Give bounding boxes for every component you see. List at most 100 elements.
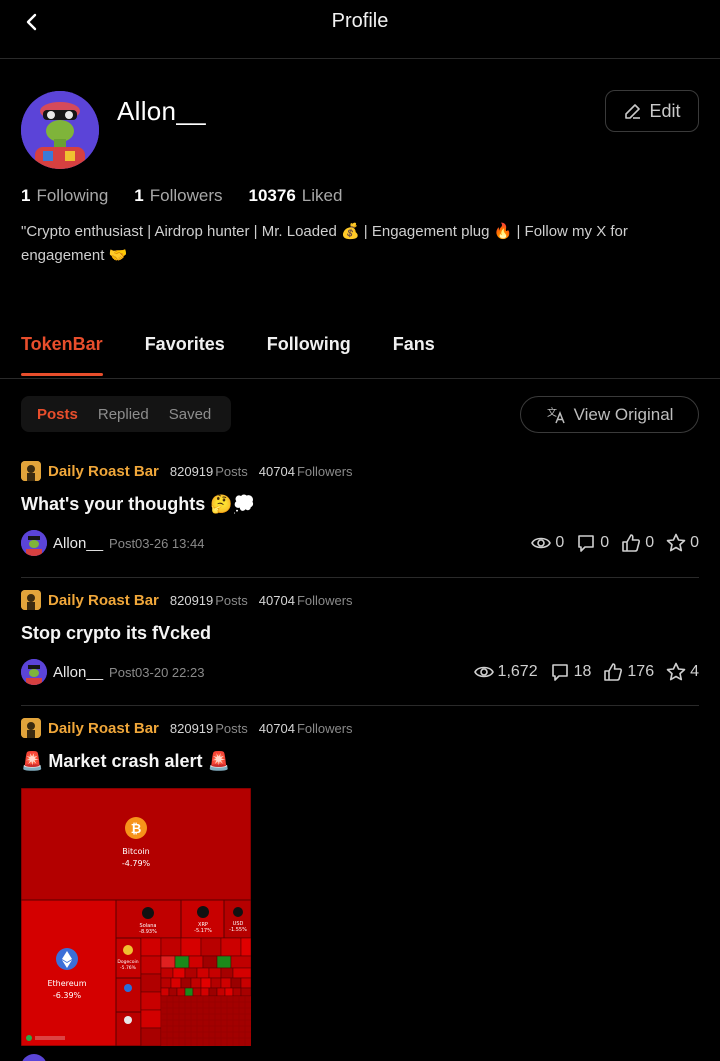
followers-count: 1 [134, 186, 144, 205]
likes-count: 176 [627, 663, 655, 680]
heatmap-solana-change: -8.93% [139, 929, 157, 935]
comment-icon [551, 664, 568, 681]
tab-tokenbar[interactable]: TokenBar [21, 334, 103, 376]
tab-fans[interactable]: Fans [393, 334, 435, 376]
heatmap-xrp-change: -5.17% [194, 928, 212, 934]
comments-metric[interactable]: 0 [576, 533, 609, 553]
views-metric: 1,672 [473, 662, 538, 682]
views-metric: 0 [531, 533, 564, 553]
source-icon [21, 718, 41, 738]
thumbs-up-icon [604, 663, 623, 681]
source-posts-label: Posts [215, 592, 248, 608]
post-time: Post03-26 13:44 [109, 535, 205, 551]
tab-following[interactable]: Following [267, 334, 351, 376]
source-followers-label: Followers [296, 592, 353, 608]
followers-label: Followers [149, 186, 223, 205]
post-time: Post03-20 22:23 [109, 664, 205, 680]
comments-count: 0 [600, 534, 610, 551]
likes-metric[interactable]: 176 [603, 662, 654, 682]
likes-metric[interactable]: 0 [621, 533, 654, 553]
post-divider [21, 705, 699, 706]
heatmap-bitcoin-change: -4.79% [122, 859, 151, 868]
post-card[interactable]: Daily Roast Bar 820919 Posts 40704 Follo… [21, 589, 699, 685]
post-source[interactable]: Daily Roast Bar 820919 Posts 40704 Follo… [21, 717, 699, 739]
heatmap-ethereum-name: Ethereum [47, 979, 86, 988]
source-posts-count: 820919 [169, 592, 214, 608]
source-followers-count: 40704 [258, 720, 295, 736]
comments-metric[interactable]: 18 [550, 662, 592, 682]
post-divider [21, 577, 699, 578]
subtab-switcher: Posts Replied Saved [21, 396, 231, 432]
post-card[interactable]: Daily Roast Bar 820919 Posts 40704 Follo… [21, 717, 699, 775]
liked-count: 10376 [248, 186, 296, 205]
star-icon [666, 662, 686, 681]
likes-count: 0 [645, 534, 655, 551]
edit-profile-button[interactable]: Edit [605, 90, 699, 132]
source-icon [21, 590, 41, 610]
subtab-posts[interactable]: Posts [27, 406, 88, 423]
edit-icon [625, 104, 641, 119]
profile-tabs: TokenBar Favorites Following Fans [21, 334, 435, 376]
author-avatar [21, 1054, 47, 1061]
subtab-replied[interactable]: Replied [88, 406, 159, 423]
source-followers-count: 40704 [258, 463, 295, 479]
username: Allon__ [117, 96, 206, 126]
liked-label: Liked [301, 186, 343, 205]
stars-count: 0 [690, 534, 699, 551]
post-metrics: 0 0 0 0 [531, 530, 699, 556]
heatmap-doge-name: Dogecoin [117, 959, 138, 965]
post-title: What's your thoughts 🤔💭 [21, 494, 256, 514]
views-count: 0 [555, 534, 565, 551]
heatmap-usd-change: -1.55% [229, 927, 247, 933]
source-posts-label: Posts [215, 720, 248, 736]
profile-page: Profile Allon__ Edit 1 Following 1 Followe… [0, 0, 720, 1061]
source-icon [21, 461, 41, 481]
post-card[interactable]: Daily Roast Bar 820919 Posts 40704 Follo… [21, 460, 699, 556]
author-avatar [21, 659, 47, 685]
stars-count: 4 [690, 663, 699, 680]
heatmap-bitcoin-name: Bitcoin [122, 847, 149, 856]
post-title: 🚨 Market crash alert 🚨 [21, 751, 230, 771]
post-title: Stop crypto its fVcked [21, 623, 212, 643]
subtab-saved[interactable]: Saved [159, 406, 222, 423]
source-followers-label: Followers [296, 720, 353, 736]
edit-label: Edit [649, 100, 681, 121]
stars-metric[interactable]: 4 [666, 662, 699, 682]
avatar-image [21, 91, 99, 169]
crypto-heatmap-image: ₿ Bitcoin -4.79% Ethereum -6.39% Solana … [21, 788, 251, 1046]
post-metrics: 1,672 18 176 4 [473, 659, 699, 685]
tabs-divider [0, 378, 720, 379]
avatar[interactable] [21, 91, 99, 169]
profile-bio: "Crypto enthusiast | Airdrop hunter | Mr… [21, 223, 628, 264]
source-posts-label: Posts [215, 463, 248, 479]
author-name: Allon__ [53, 663, 104, 681]
thumbs-up-icon [622, 534, 641, 552]
author-avatar [21, 530, 47, 556]
source-name: Daily Roast Bar [48, 591, 159, 609]
star-icon [666, 533, 686, 552]
view-original-label: View Original [573, 404, 674, 424]
post-image[interactable]: ₿ Bitcoin -4.79% Ethereum -6.39% Solana … [21, 788, 251, 1046]
translate-icon: 文 [547, 406, 565, 423]
eye-icon [531, 537, 552, 549]
comments-count: 18 [573, 663, 592, 680]
comment-icon [578, 535, 595, 552]
followers-stat[interactable]: 1 Followers [134, 186, 222, 206]
source-followers-label: Followers [296, 463, 353, 479]
page-title: Profile [331, 10, 389, 32]
view-original-button[interactable]: 文 View Original [520, 396, 699, 433]
author-name: Allon__ [53, 534, 104, 552]
heatmap-ethereum-change: -6.39% [53, 991, 82, 1000]
svg-text:₿: ₿ [131, 822, 142, 837]
following-stat[interactable]: 1 Following [21, 186, 108, 206]
tab-favorites[interactable]: Favorites [145, 334, 225, 376]
post-meta: Allon__ Post03-20 22:23 1,672 18 176 4 [21, 659, 699, 685]
stars-metric[interactable]: 0 [666, 533, 699, 553]
source-name: Daily Roast Bar [48, 462, 159, 480]
post-source[interactable]: Daily Roast Bar 820919 Posts 40704 Follo… [21, 460, 699, 482]
post-source[interactable]: Daily Roast Bar 820919 Posts 40704 Follo… [21, 589, 699, 611]
eye-icon [473, 666, 494, 678]
source-posts-count: 820919 [169, 463, 214, 479]
source-followers-count: 40704 [258, 592, 295, 608]
following-label: Following [36, 186, 109, 205]
